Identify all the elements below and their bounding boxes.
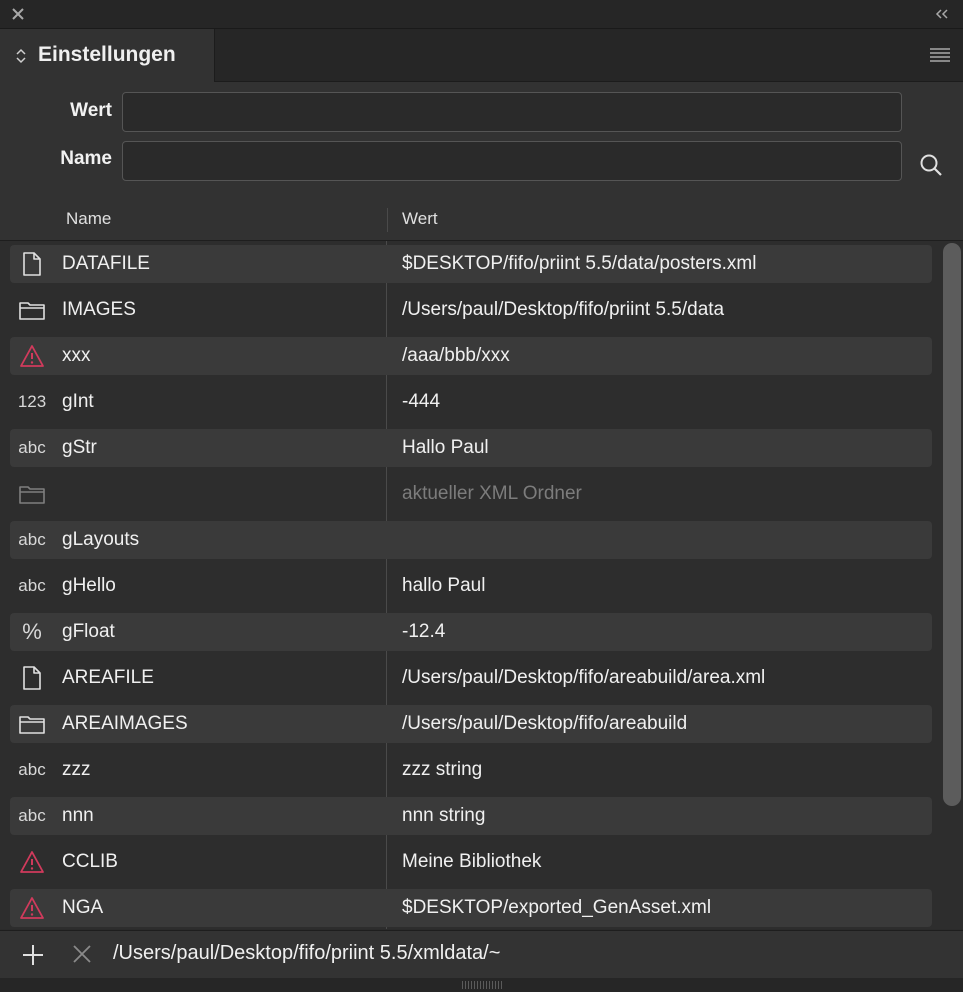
warning-icon xyxy=(14,849,50,875)
row-value: aktueller XML Ordner xyxy=(402,483,582,504)
string-type-icon: abc xyxy=(18,806,46,825)
row-name: gStr xyxy=(62,437,97,458)
float-type-icon: % xyxy=(22,619,42,644)
row-name: IMAGES xyxy=(62,299,136,320)
row-name: zzz xyxy=(62,759,91,780)
table-row[interactable]: abc gLayouts xyxy=(10,521,932,559)
row-value: $DESKTOP/fifo/priint 5.5/data/posters.xm… xyxy=(402,253,757,274)
table-row[interactable]: AREAIMAGES/Users/paul/Desktop/fifo/areab… xyxy=(10,705,932,743)
footer-bar: /Users/paul/Desktop/fifo/priint 5.5/xmld… xyxy=(0,930,963,979)
warning-icon xyxy=(14,343,50,369)
folder-icon xyxy=(14,481,50,507)
resize-grip[interactable] xyxy=(0,978,963,992)
row-value: -444 xyxy=(402,391,441,412)
scrollbar-thumb[interactable] xyxy=(943,243,961,806)
row-name: gHello xyxy=(62,575,116,596)
row-value: /Users/paul/Desktop/fifo/areabuild xyxy=(402,713,688,734)
row-value: Meine Bibliothek xyxy=(402,851,542,872)
string-type-icon: abc xyxy=(18,438,46,457)
row-value: -12.4 xyxy=(402,621,446,642)
row-name: NGA xyxy=(62,897,104,918)
folder-icon xyxy=(14,711,50,737)
row-value: /Users/paul/Desktop/fifo/areabuild/area.… xyxy=(402,667,766,688)
add-icon[interactable] xyxy=(20,942,46,968)
table-row[interactable]: % gFloat -12.4 xyxy=(10,613,932,651)
row-name: AREAFILE xyxy=(62,667,154,688)
column-divider[interactable] xyxy=(387,208,388,232)
panel-menu-icon[interactable] xyxy=(929,47,951,63)
string-type-icon: abc xyxy=(18,530,46,549)
column-header-name[interactable]: Name xyxy=(66,209,111,229)
row-name: nnn xyxy=(62,805,94,826)
wert-label: Wert xyxy=(70,100,112,121)
row-value: hallo Paul xyxy=(402,575,486,596)
delete-icon[interactable] xyxy=(71,943,93,965)
string-type-icon: abc xyxy=(18,760,46,779)
current-path: /Users/paul/Desktop/fifo/priint 5.5/xmld… xyxy=(113,942,501,964)
name-label: Name xyxy=(60,148,112,169)
row-value: $DESKTOP/exported_GenAsset.xml xyxy=(402,897,712,918)
scrollbar[interactable] xyxy=(943,243,961,806)
table-row[interactable]: CCLIB Meine Bibliothek xyxy=(10,843,932,881)
table-row[interactable]: xxx/aaa/bbb/xxx xyxy=(10,337,932,375)
collapse-panel-icon[interactable] xyxy=(933,7,951,21)
tab-einstellungen[interactable]: Einstellungen xyxy=(0,29,215,82)
panel-tab-row: Einstellungen xyxy=(0,29,963,82)
close-icon[interactable] xyxy=(10,6,26,22)
file-icon xyxy=(14,251,50,277)
table-row[interactable]: abc nnn nnn string xyxy=(10,797,932,835)
search-icon[interactable] xyxy=(918,152,944,178)
row-name: AREAIMAGES xyxy=(62,713,188,734)
row-name: gInt xyxy=(62,391,94,412)
table-row[interactable]: AREAFILE/Users/paul/Desktop/fifo/areabui… xyxy=(10,659,932,697)
folder-icon xyxy=(14,297,50,323)
column-header-wert[interactable]: Wert xyxy=(402,209,438,229)
string-type-icon: abc xyxy=(18,576,46,595)
table-row[interactable]: NGA $DESKTOP/exported_GenAsset.xml xyxy=(10,889,932,927)
panel-title-bar xyxy=(0,0,963,29)
row-name: DATAFILE xyxy=(62,253,150,274)
tab-label: Einstellungen xyxy=(38,43,176,66)
row-value: /Users/paul/Desktop/fifo/priint 5.5/data xyxy=(402,299,725,320)
table-row[interactable]: IMAGES/Users/paul/Desktop/fifo/priint 5.… xyxy=(10,291,932,329)
warning-icon xyxy=(14,895,50,921)
table-row[interactable]: 123 gInt -444 xyxy=(10,383,932,421)
table-row[interactable]: abc gStr Hallo Paul xyxy=(10,429,932,467)
row-name: xxx xyxy=(62,345,91,366)
row-value: /aaa/bbb/xxx xyxy=(402,345,510,366)
table-row[interactable]: aktueller XML Ordner xyxy=(10,475,932,513)
row-value: nnn string xyxy=(402,805,486,826)
row-name: gLayouts xyxy=(62,529,140,550)
table-row[interactable]: abc gHello hallo Paul xyxy=(10,567,932,605)
table-header: Name Wert xyxy=(0,200,963,241)
wert-search-input[interactable] xyxy=(122,92,902,132)
row-value: zzz string xyxy=(402,759,483,780)
settings-list: DATAFILE $DESKTOP/fifo/priint 5.5/data/po… xyxy=(0,241,963,929)
name-search-input[interactable] xyxy=(122,141,902,181)
row-name: CCLIB xyxy=(62,851,118,872)
row-name: gFloat xyxy=(62,621,115,642)
file-icon xyxy=(14,665,50,691)
table-row[interactable]: abc zzz zzz string xyxy=(10,751,932,789)
int-type-icon: 123 xyxy=(17,392,47,411)
sort-updown-icon xyxy=(16,48,26,64)
table-row[interactable]: DATAFILE $DESKTOP/fifo/priint 5.5/data/po… xyxy=(10,245,932,283)
row-value: Hallo Paul xyxy=(402,437,489,458)
